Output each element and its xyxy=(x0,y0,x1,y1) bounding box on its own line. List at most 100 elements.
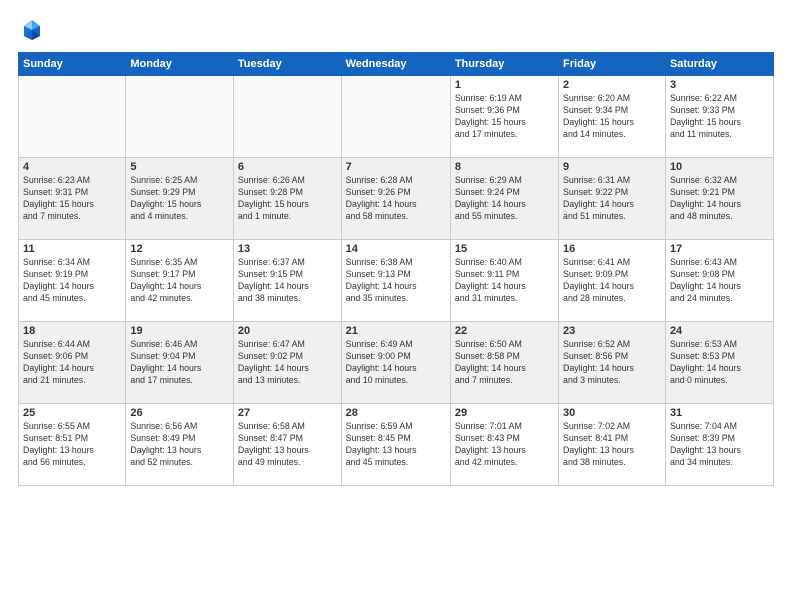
day-number: 12 xyxy=(130,243,229,255)
calendar-cell: 29 Sunrise: 7:01 AM Sunset: 8:43 PM Dayli… xyxy=(450,404,558,486)
calendar-cell xyxy=(341,76,450,158)
calendar-cell: 3Sunrise: 6:22 AM Sunset: 9:33 PM Daylig… xyxy=(665,76,773,158)
day-info: Sunrise: 6:23 AM Sunset: 9:31 PM Dayligh… xyxy=(23,175,121,223)
day-info: Sunrise: 6:40 AM Sunset: 9:11 PM Dayligh… xyxy=(455,257,554,305)
day-number: 4 xyxy=(23,161,121,173)
calendar-cell: 23 Sunrise: 6:52 AM Sunset: 8:56 PM Dayli… xyxy=(559,322,666,404)
calendar-cell: 7 Sunrise: 6:28 AM Sunset: 9:26 PM Daylig… xyxy=(341,158,450,240)
day-info: Sunrise: 6:59 AM Sunset: 8:45 PM Dayligh… xyxy=(346,421,446,469)
day-info: Sunrise: 6:28 AM Sunset: 9:26 PM Dayligh… xyxy=(346,175,446,223)
day-number: 14 xyxy=(346,243,446,255)
day-info: Sunrise: 6:35 AM Sunset: 9:17 PM Dayligh… xyxy=(130,257,229,305)
day-number: 20 xyxy=(238,325,337,337)
day-number: 5 xyxy=(130,161,229,173)
day-number: 29 xyxy=(455,407,554,419)
calendar-week-5: 25Sunrise: 6:55 AM Sunset: 8:51 PM Dayli… xyxy=(19,404,774,486)
calendar-cell: 25Sunrise: 6:55 AM Sunset: 8:51 PM Dayli… xyxy=(19,404,126,486)
day-number: 16 xyxy=(563,243,661,255)
day-number: 31 xyxy=(670,407,769,419)
day-info: Sunrise: 6:43 AM Sunset: 9:08 PM Dayligh… xyxy=(670,257,769,305)
day-info: Sunrise: 6:44 AM Sunset: 9:06 PM Dayligh… xyxy=(23,339,121,387)
day-number: 3 xyxy=(670,79,769,91)
calendar-week-2: 4 Sunrise: 6:23 AM Sunset: 9:31 PM Daylig… xyxy=(19,158,774,240)
day-info: Sunrise: 6:26 AM Sunset: 9:28 PM Dayligh… xyxy=(238,175,337,223)
calendar-cell: 5 Sunrise: 6:25 AM Sunset: 9:29 PM Daylig… xyxy=(126,158,234,240)
calendar-header-saturday: Saturday xyxy=(665,53,773,76)
day-number: 21 xyxy=(346,325,446,337)
calendar-cell: 9 Sunrise: 6:31 AM Sunset: 9:22 PM Daylig… xyxy=(559,158,666,240)
day-number: 18 xyxy=(23,325,121,337)
day-number: 25 xyxy=(23,407,121,419)
calendar-week-4: 18 Sunrise: 6:44 AM Sunset: 9:06 PM Dayli… xyxy=(19,322,774,404)
calendar-cell: 16 Sunrise: 6:41 AM Sunset: 9:09 PM Dayli… xyxy=(559,240,666,322)
calendar-cell: 27 Sunrise: 6:58 AM Sunset: 8:47 PM Dayli… xyxy=(233,404,341,486)
calendar-cell: 4 Sunrise: 6:23 AM Sunset: 9:31 PM Daylig… xyxy=(19,158,126,240)
day-info: Sunrise: 6:47 AM Sunset: 9:02 PM Dayligh… xyxy=(238,339,337,387)
day-info: Sunrise: 6:37 AM Sunset: 9:15 PM Dayligh… xyxy=(238,257,337,305)
day-info: Sunrise: 6:58 AM Sunset: 8:47 PM Dayligh… xyxy=(238,421,337,469)
day-number: 17 xyxy=(670,243,769,255)
day-info: Sunrise: 6:56 AM Sunset: 8:49 PM Dayligh… xyxy=(130,421,229,469)
day-number: 2 xyxy=(563,79,661,91)
calendar-week-3: 11 Sunrise: 6:34 AM Sunset: 9:19 PM Dayli… xyxy=(19,240,774,322)
calendar-cell xyxy=(126,76,234,158)
day-info: Sunrise: 6:52 AM Sunset: 8:56 PM Dayligh… xyxy=(563,339,661,387)
calendar-table: SundayMondayTuesdayWednesdayThursdayFrid… xyxy=(18,52,774,486)
day-number: 7 xyxy=(346,161,446,173)
day-info: Sunrise: 6:34 AM Sunset: 9:19 PM Dayligh… xyxy=(23,257,121,305)
day-number: 23 xyxy=(563,325,661,337)
calendar-header-tuesday: Tuesday xyxy=(233,53,341,76)
day-number: 8 xyxy=(455,161,554,173)
day-info: Sunrise: 7:01 AM Sunset: 8:43 PM Dayligh… xyxy=(455,421,554,469)
calendar-cell: 1 Sunrise: 6:19 AM Sunset: 9:36 PM Daylig… xyxy=(450,76,558,158)
day-info: Sunrise: 6:32 AM Sunset: 9:21 PM Dayligh… xyxy=(670,175,769,223)
calendar-cell: 13 Sunrise: 6:37 AM Sunset: 9:15 PM Dayli… xyxy=(233,240,341,322)
day-number: 27 xyxy=(238,407,337,419)
day-info: Sunrise: 6:25 AM Sunset: 9:29 PM Dayligh… xyxy=(130,175,229,223)
calendar-cell: 12 Sunrise: 6:35 AM Sunset: 9:17 PM Dayli… xyxy=(126,240,234,322)
day-number: 10 xyxy=(670,161,769,173)
calendar-cell: 31 Sunrise: 7:04 AM Sunset: 8:39 PM Dayli… xyxy=(665,404,773,486)
day-info: Sunrise: 6:41 AM Sunset: 9:09 PM Dayligh… xyxy=(563,257,661,305)
calendar-cell: 17 Sunrise: 6:43 AM Sunset: 9:08 PM Dayli… xyxy=(665,240,773,322)
day-number: 24 xyxy=(670,325,769,337)
calendar-cell: 22 Sunrise: 6:50 AM Sunset: 8:58 PM Dayli… xyxy=(450,322,558,404)
day-info: Sunrise: 6:50 AM Sunset: 8:58 PM Dayligh… xyxy=(455,339,554,387)
page: SundayMondayTuesdayWednesdayThursdayFrid… xyxy=(0,0,792,612)
day-number: 22 xyxy=(455,325,554,337)
day-number: 19 xyxy=(130,325,229,337)
day-number: 28 xyxy=(346,407,446,419)
day-info: Sunrise: 6:31 AM Sunset: 9:22 PM Dayligh… xyxy=(563,175,661,223)
logo-icon xyxy=(18,16,46,44)
calendar-cell: 2 Sunrise: 6:20 AM Sunset: 9:34 PM Daylig… xyxy=(559,76,666,158)
calendar-cell: 26Sunrise: 6:56 AM Sunset: 8:49 PM Dayli… xyxy=(126,404,234,486)
logo xyxy=(18,16,50,44)
day-info: Sunrise: 6:29 AM Sunset: 9:24 PM Dayligh… xyxy=(455,175,554,223)
calendar-cell: 28 Sunrise: 6:59 AM Sunset: 8:45 PM Dayli… xyxy=(341,404,450,486)
calendar-cell: 21Sunrise: 6:49 AM Sunset: 9:00 PM Dayli… xyxy=(341,322,450,404)
day-info: Sunrise: 6:53 AM Sunset: 8:53 PM Dayligh… xyxy=(670,339,769,387)
calendar-header-wednesday: Wednesday xyxy=(341,53,450,76)
day-info: Sunrise: 6:46 AM Sunset: 9:04 PM Dayligh… xyxy=(130,339,229,387)
calendar-header-sunday: Sunday xyxy=(19,53,126,76)
calendar-cell xyxy=(233,76,341,158)
calendar-header-thursday: Thursday xyxy=(450,53,558,76)
calendar-cell: 14Sunrise: 6:38 AM Sunset: 9:13 PM Dayli… xyxy=(341,240,450,322)
day-number: 11 xyxy=(23,243,121,255)
calendar-week-1: 1 Sunrise: 6:19 AM Sunset: 9:36 PM Daylig… xyxy=(19,76,774,158)
day-info: Sunrise: 6:20 AM Sunset: 9:34 PM Dayligh… xyxy=(563,93,661,141)
calendar-header-row: SundayMondayTuesdayWednesdayThursdayFrid… xyxy=(19,53,774,76)
day-number: 13 xyxy=(238,243,337,255)
calendar-cell: 6Sunrise: 6:26 AM Sunset: 9:28 PM Daylig… xyxy=(233,158,341,240)
day-info: Sunrise: 7:02 AM Sunset: 8:41 PM Dayligh… xyxy=(563,421,661,469)
day-info: Sunrise: 6:19 AM Sunset: 9:36 PM Dayligh… xyxy=(455,93,554,141)
calendar-cell: 30 Sunrise: 7:02 AM Sunset: 8:41 PM Dayli… xyxy=(559,404,666,486)
header xyxy=(18,16,774,44)
calendar-cell: 24 Sunrise: 6:53 AM Sunset: 8:53 PM Dayli… xyxy=(665,322,773,404)
calendar-cell: 10 Sunrise: 6:32 AM Sunset: 9:21 PM Dayli… xyxy=(665,158,773,240)
day-info: Sunrise: 7:04 AM Sunset: 8:39 PM Dayligh… xyxy=(670,421,769,469)
day-number: 30 xyxy=(563,407,661,419)
day-number: 9 xyxy=(563,161,661,173)
day-number: 1 xyxy=(455,79,554,91)
calendar-header-monday: Monday xyxy=(126,53,234,76)
